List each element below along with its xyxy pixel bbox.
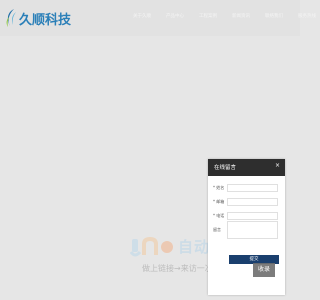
email-label: * 邮箱 — [213, 199, 225, 204]
message-label: 留言 — [213, 227, 221, 232]
phone-field[interactable] — [227, 212, 278, 220]
email-field[interactable] — [227, 198, 278, 206]
nav-item-hotline[interactable]: 服务热线 — [298, 13, 316, 19]
name-row: * 姓名 — [213, 183, 278, 193]
message-row: 留言 — [213, 221, 278, 239]
chat-header: 在线留言 × — [208, 159, 285, 176]
main-nav: 关于久顺 产品中心 工程案例 新闻资讯 联络我们 服务热线 — [133, 13, 320, 19]
name-label: * 姓名 — [213, 185, 225, 190]
name-field[interactable] — [227, 184, 278, 192]
nav-item-cases[interactable]: 工程案例 — [199, 13, 217, 19]
watermark-logo-icon — [129, 236, 174, 258]
phone-label: * 电话 — [213, 213, 225, 218]
close-icon[interactable]: × — [275, 162, 280, 169]
nav-item-products[interactable]: 产品中心 — [166, 13, 184, 19]
nav-item-about[interactable]: 关于久顺 — [133, 13, 151, 19]
brand-name: 久顺科技 — [19, 12, 72, 28]
logo-icon — [6, 9, 16, 27]
chat-title: 在线留言 — [214, 165, 237, 171]
nav-item-contact[interactable]: 联络我们 — [265, 13, 283, 19]
message-field[interactable] — [227, 221, 278, 239]
site-logo[interactable]: 久顺科技 — [4, 7, 71, 29]
corner-badge[interactable]: 收录 — [253, 263, 275, 277]
phone-row: * 电话 — [213, 211, 278, 221]
email-row: * 邮箱 — [213, 197, 278, 207]
top-navigation-bar: 久顺科技 关于久顺 产品中心 工程案例 新闻资讯 联络我们 服务热线 — [0, 0, 316, 36]
nav-item-news[interactable]: 新闻资讯 — [232, 13, 250, 19]
